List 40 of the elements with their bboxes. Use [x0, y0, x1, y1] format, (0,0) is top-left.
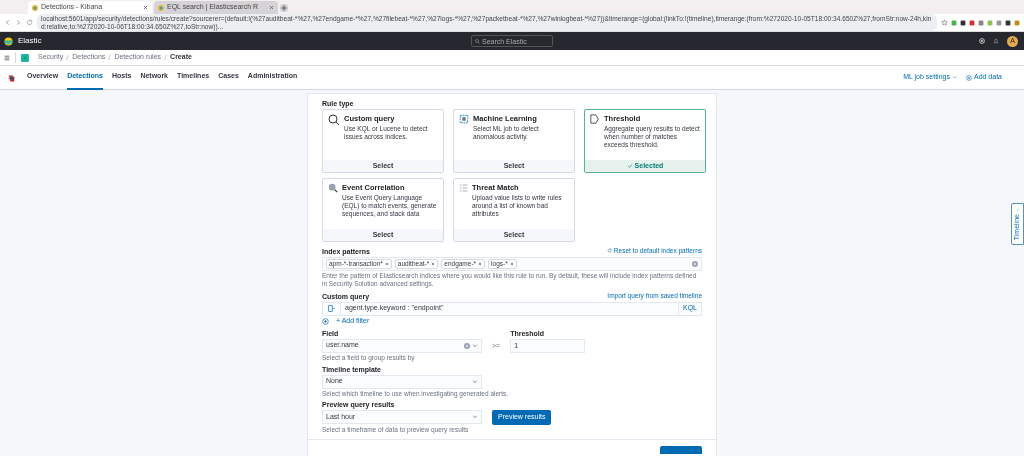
dotted-square-icon — [459, 114, 469, 124]
close-icon[interactable] — [478, 261, 483, 266]
star-icon[interactable] — [941, 19, 948, 26]
chevron-left-icon — [1015, 207, 1020, 212]
app-name: Elastic — [18, 35, 42, 47]
forward-icon[interactable] — [15, 19, 22, 26]
tag-outline-icon — [590, 114, 600, 124]
search-icon — [475, 38, 480, 44]
close-icon[interactable] — [143, 5, 148, 10]
new-tab-icon[interactable] — [280, 4, 288, 12]
primary-button[interactable] — [660, 445, 702, 454]
close-icon[interactable] — [384, 261, 389, 266]
magnifier-icon — [328, 183, 338, 193]
favicon-icon — [32, 4, 38, 11]
refresh-icon — [606, 248, 612, 254]
bell-icon[interactable] — [993, 38, 999, 44]
close-icon[interactable] — [269, 5, 274, 10]
magnifier-icon — [328, 114, 340, 126]
separator-icon — [164, 54, 168, 61]
reload-icon[interactable] — [26, 19, 33, 26]
menu-icon[interactable] — [4, 54, 10, 61]
close-icon[interactable] — [509, 261, 514, 266]
chevron-down-icon — [472, 378, 478, 385]
clear-icon[interactable] — [464, 342, 470, 349]
logo-icon[interactable] — [4, 36, 13, 46]
separator-icon — [66, 54, 70, 61]
chevron-down-icon — [951, 75, 957, 80]
back-icon[interactable] — [4, 19, 11, 26]
close-icon[interactable] — [431, 261, 436, 266]
chevron-down-icon — [472, 342, 478, 349]
security-logo-icon[interactable] — [8, 73, 15, 82]
help-icon[interactable] — [979, 38, 985, 44]
chevron-down-icon — [472, 414, 478, 420]
check-icon — [626, 163, 633, 169]
favicon-icon — [158, 4, 164, 11]
separator-icon — [108, 54, 112, 61]
space-icon[interactable] — [21, 53, 29, 62]
plus-circle-icon — [965, 74, 972, 81]
list-icon — [459, 183, 468, 193]
clear-icon[interactable] — [692, 260, 698, 267]
